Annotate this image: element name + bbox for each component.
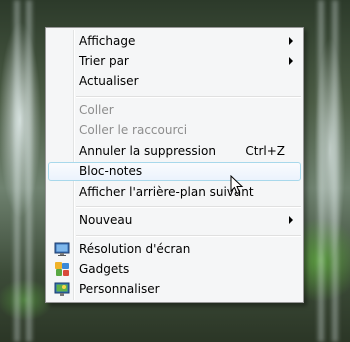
menu-item-resolution-ecran[interactable]: Résolution d'écran xyxy=(48,240,301,259)
menu-item-label: Afficher l'arrière-plan suivant xyxy=(79,185,254,199)
menu-item-label: Nouveau xyxy=(79,213,133,227)
menu-item-actualiser[interactable]: Actualiser xyxy=(48,72,301,91)
display-icon xyxy=(54,242,70,256)
menu-item-label: Trier par xyxy=(79,54,129,68)
menu-item-trier-par[interactable]: Trier par xyxy=(48,52,301,71)
menu-item-arriere-plan-suivant[interactable]: Afficher l'arrière-plan suivant xyxy=(48,183,301,202)
menu-item-label: Actualiser xyxy=(79,74,139,88)
menu-item-label: Résolution d'écran xyxy=(79,242,191,256)
menu-item-label: Personnaliser xyxy=(79,282,160,296)
submenu-arrow-icon xyxy=(289,57,293,65)
personalize-icon xyxy=(54,282,70,296)
menu-separator xyxy=(76,235,301,237)
gadgets-icon xyxy=(55,262,69,276)
wallpaper-waterfall xyxy=(14,0,20,342)
menu-item-label: Annuler la suppression xyxy=(79,144,216,158)
menu-item-shortcut: Ctrl+Z xyxy=(245,144,285,158)
menu-item-label: Affichage xyxy=(79,34,136,48)
wallpaper-waterfall xyxy=(332,0,338,342)
wallpaper-waterfall xyxy=(318,0,324,342)
menu-separator xyxy=(76,96,301,98)
desktop-context-menu: Affichage Trier par Actualiser Coller Co… xyxy=(45,27,304,303)
menu-item-label: Coller le raccourci xyxy=(79,123,188,137)
menu-item-label: Gadgets xyxy=(79,262,130,276)
menu-item-affichage[interactable]: Affichage xyxy=(48,32,301,51)
menu-item-gadgets[interactable]: Gadgets xyxy=(48,260,301,279)
menu-item-nouveau[interactable]: Nouveau xyxy=(48,211,301,230)
menu-item-label: Bloc-notes xyxy=(79,164,143,178)
submenu-arrow-icon xyxy=(289,216,293,224)
menu-item-bloc-notes[interactable]: Bloc-notes xyxy=(48,162,301,181)
menu-item-personnaliser[interactable]: Personnaliser xyxy=(48,280,301,299)
submenu-arrow-icon xyxy=(289,37,293,45)
menu-item-coller-raccourci[interactable]: Coller le raccourci xyxy=(48,121,301,140)
menu-item-coller[interactable]: Coller xyxy=(48,101,301,120)
mouse-cursor-icon xyxy=(230,175,244,195)
menu-separator xyxy=(76,206,301,208)
menu-item-label: Coller xyxy=(79,103,114,117)
menu-item-annuler-suppression[interactable]: Annuler la suppression Ctrl+Z xyxy=(48,142,301,161)
wallpaper-waterfall xyxy=(26,0,32,342)
